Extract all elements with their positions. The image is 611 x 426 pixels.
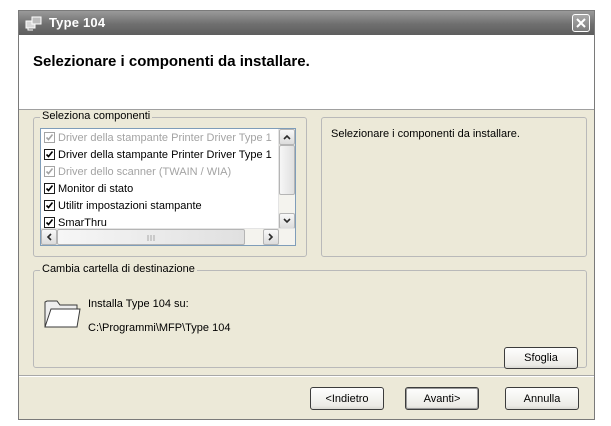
components-group: Seleziona componenti Driver della stampa… xyxy=(33,110,307,257)
page-title: Selezionare i componenti da installare. xyxy=(33,53,310,70)
checkbox[interactable] xyxy=(44,217,55,228)
cancel-button[interactable]: Annulla xyxy=(505,387,579,410)
install-location-label: Installa Type 104 su: xyxy=(88,298,189,310)
scroll-up-button[interactable] xyxy=(279,129,295,145)
chevron-down-icon xyxy=(283,218,291,224)
next-button[interactable]: Avanti> xyxy=(405,387,479,410)
horizontal-scroll-thumb[interactable] xyxy=(57,229,245,245)
list-item[interactable]: Driver della stampante Printer Driver Ty… xyxy=(44,146,272,163)
scroll-right-button[interactable] xyxy=(263,229,279,245)
checkbox[interactable] xyxy=(44,149,55,160)
header-panel: Selezionare i componenti da installare. xyxy=(19,35,594,110)
list-item[interactable]: Utilitr impostazioni stampante xyxy=(44,197,202,214)
list-item-label: Driver della stampante Printer Driver Ty… xyxy=(58,148,272,161)
footer-divider xyxy=(19,375,594,377)
chevron-right-icon xyxy=(268,233,274,241)
close-icon xyxy=(576,18,586,28)
check-icon xyxy=(45,202,54,209)
chevron-left-icon xyxy=(46,233,52,241)
browse-button[interactable]: Sfoglia xyxy=(504,347,578,369)
list-item-label: Driver della stampante Printer Driver Ty… xyxy=(58,131,272,144)
destination-path: C:\Programmi\MFP\Type 104 xyxy=(88,322,231,334)
list-item[interactable]: Driver dello scanner (TWAIN / WIA) xyxy=(44,163,231,180)
list-item[interactable]: Monitor di stato xyxy=(44,180,133,197)
horizontal-scrollbar[interactable] xyxy=(41,228,295,245)
next-button-label: Avanti> xyxy=(423,392,461,405)
list-item[interactable]: Driver della stampante Printer Driver Ty… xyxy=(44,129,272,146)
grip-icon xyxy=(147,235,155,241)
chevron-up-icon xyxy=(283,134,291,140)
back-button-label: <Indietro xyxy=(325,392,369,405)
close-button[interactable] xyxy=(572,14,590,32)
installer-icon xyxy=(25,16,42,31)
list-item-label: Driver dello scanner (TWAIN / WIA) xyxy=(58,165,232,178)
checkbox[interactable] xyxy=(44,183,55,194)
list-item-label: Utilitr impostazioni stampante xyxy=(58,199,202,212)
title-bar[interactable]: Type 104 xyxy=(19,11,594,35)
list-item-label: SmarThru xyxy=(58,216,107,229)
browse-button-label: Sfoglia xyxy=(524,352,558,364)
scroll-left-button[interactable] xyxy=(41,229,57,245)
destination-group: Cambia cartella di destinazione Installa… xyxy=(33,263,587,369)
list-item-label: Monitor di stato xyxy=(58,182,134,195)
cancel-button-label: Annulla xyxy=(523,392,561,405)
description-panel: Selezionare i componenti da installare. xyxy=(321,117,587,257)
installer-window: Type 104 Selezionare i componenti da ins… xyxy=(18,10,595,420)
components-list[interactable]: Driver della stampante Printer Driver Ty… xyxy=(40,128,296,246)
description-text: Selezionare i componenti da installare. xyxy=(331,128,520,140)
components-legend: Seleziona componenti xyxy=(40,110,153,122)
folder-icon xyxy=(44,300,81,328)
checkbox[interactable] xyxy=(44,132,55,143)
back-button[interactable]: <Indietro xyxy=(310,387,384,410)
vertical-scrollbar[interactable] xyxy=(278,129,295,229)
window-title: Type 104 xyxy=(49,15,106,30)
check-icon xyxy=(45,219,54,226)
checkbox[interactable] xyxy=(44,200,55,211)
check-icon xyxy=(45,151,54,158)
destination-legend: Cambia cartella di destinazione xyxy=(40,263,197,275)
check-icon xyxy=(45,134,54,141)
vertical-scroll-thumb[interactable] xyxy=(279,145,295,195)
check-icon xyxy=(45,168,54,175)
scroll-down-button[interactable] xyxy=(279,213,295,229)
checkbox[interactable] xyxy=(44,166,55,177)
check-icon xyxy=(45,185,54,192)
